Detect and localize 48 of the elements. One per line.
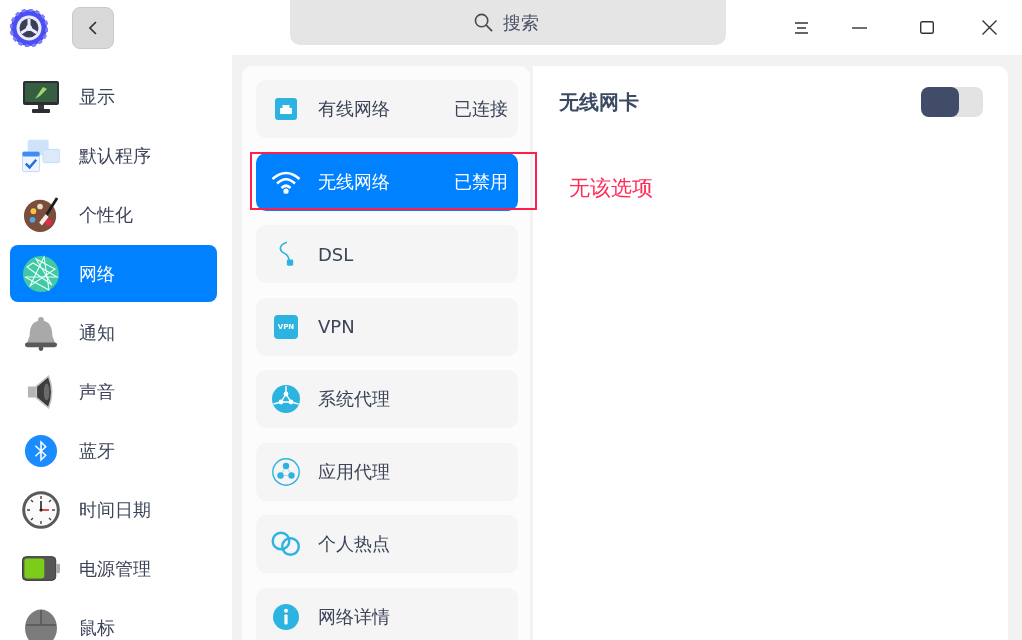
ethernet-icon: [275, 98, 297, 120]
bell-icon: [24, 314, 58, 351]
network-nodes-icon: [272, 385, 300, 413]
sidebar-item[interactable]: 网络: [10, 245, 217, 302]
back-button[interactable]: [72, 6, 114, 49]
sidebar-item[interactable]: 鼠标: [10, 599, 217, 640]
wifi-icon: [271, 169, 301, 194]
maximize-icon: [920, 21, 934, 34]
battery-icon: [22, 556, 60, 581]
speaker-icon: [27, 373, 55, 410]
clock-icon: [22, 490, 60, 529]
cable-icon: [277, 241, 295, 267]
connection-status: 已连接: [454, 97, 508, 121]
globe-icon: [22, 254, 60, 293]
sidebar-item[interactable]: 默认程序: [10, 127, 217, 184]
sidebar-item[interactable]: 个性化: [10, 186, 217, 243]
monitor-icon: [23, 80, 59, 113]
linked-rings-icon: [271, 531, 301, 557]
menu-icon: [794, 21, 808, 34]
network-item[interactable]: DSL: [256, 225, 518, 283]
bluetooth-icon: [24, 433, 58, 468]
network-item[interactable]: 应用代理: [256, 442, 518, 501]
close-icon: [981, 20, 997, 35]
annotation-note: 无该选项: [569, 175, 653, 202]
info-icon: [273, 603, 299, 630]
sidebar-item[interactable]: 时间日期: [10, 481, 217, 538]
search-field[interactable]: 搜索: [502, 12, 543, 33]
sidebar-item[interactable]: 蓝牙: [10, 422, 217, 479]
chevron-left-icon: [89, 20, 97, 35]
section-title: 无线网卡: [559, 88, 639, 116]
minimize-icon: [851, 26, 867, 29]
palette-icon: [23, 196, 59, 233]
sidebar-item[interactable]: 电源管理: [10, 540, 217, 597]
search-icon: [473, 13, 493, 32]
network-item[interactable]: 系统代理: [256, 370, 518, 428]
checked-window-icon: [22, 138, 60, 173]
three-dots-circle-icon: [272, 457, 300, 486]
sidebar-item[interactable]: 声音: [10, 363, 217, 420]
network-item[interactable]: 无线网络 已禁用: [256, 152, 518, 211]
network-item[interactable]: 有线网络 已连接: [256, 80, 518, 138]
network-item[interactable]: 个人热点: [256, 515, 518, 573]
sidebar-item[interactable]: 通知: [10, 304, 217, 361]
sidebar-item[interactable]: 显示: [10, 68, 217, 125]
network-item[interactable]: 网络详情: [256, 587, 518, 640]
gear-icon[interactable]: [10, 8, 48, 47]
mouse-icon: [24, 608, 58, 640]
connection-status: 已禁用: [454, 169, 508, 194]
toggle-switch[interactable]: [921, 87, 983, 117]
